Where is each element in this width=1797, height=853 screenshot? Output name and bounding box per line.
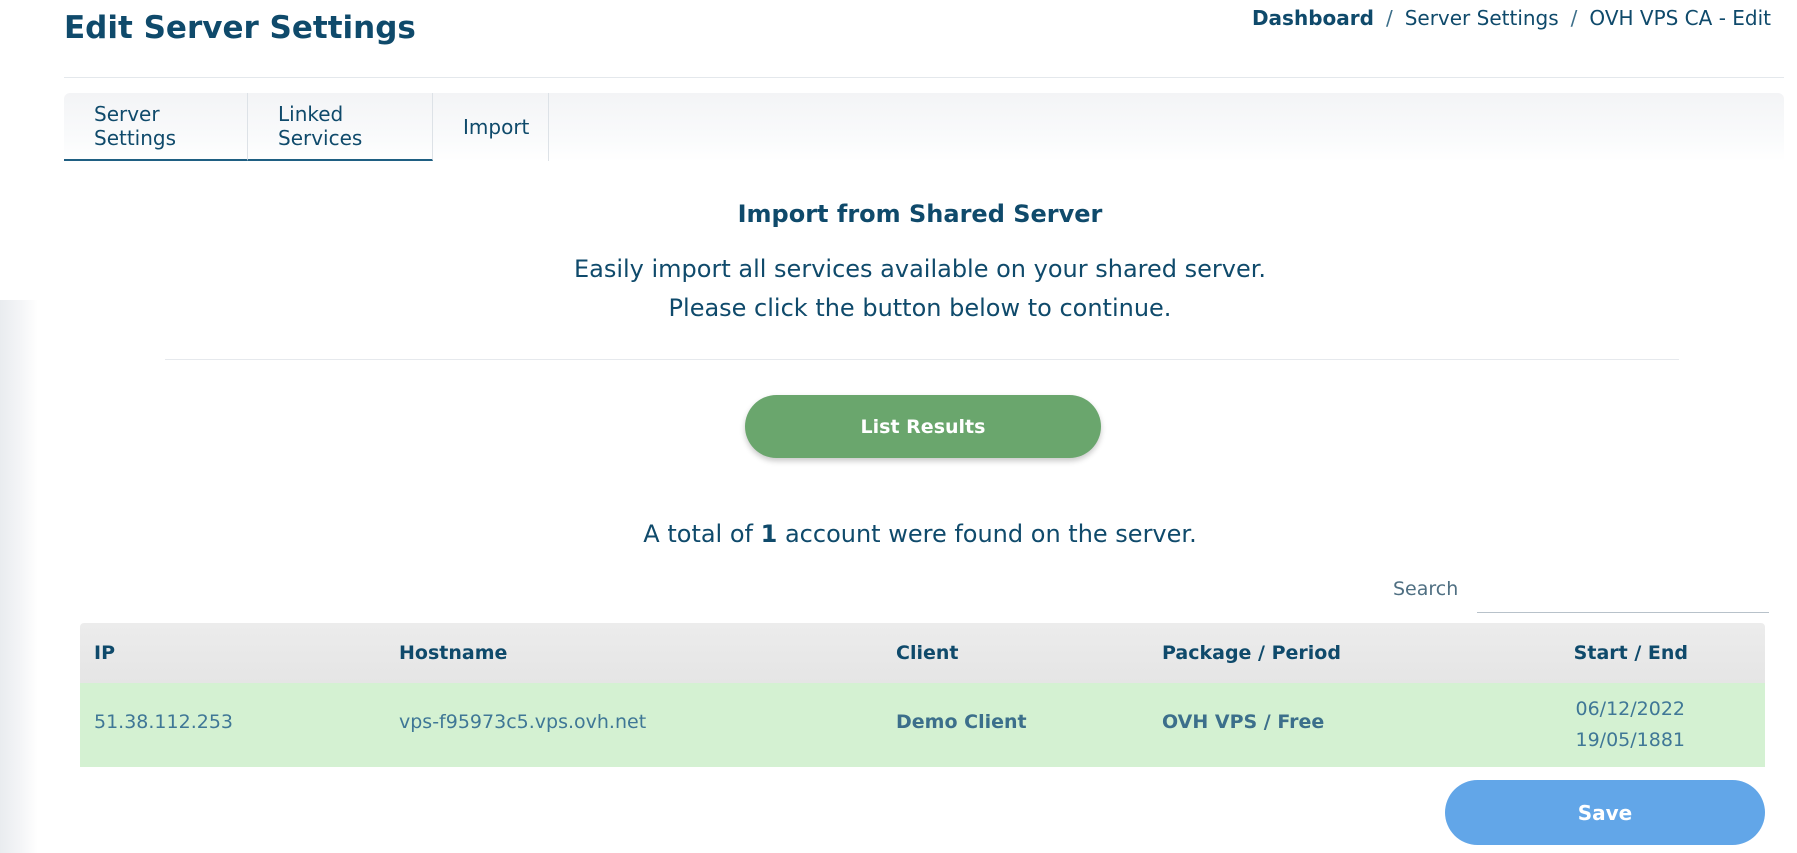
search-label: Search (1393, 578, 1459, 600)
import-description-line: Please click the button below to continu… (668, 294, 1172, 322)
tab-server-settings[interactable]: Server Settings (64, 93, 248, 161)
breadcrumb-separator: / (1570, 6, 1578, 30)
table-header: IP Hostname Client Package / Period Star… (80, 623, 1765, 683)
cell-ip: 51.38.112.253 (94, 711, 234, 733)
cell-end-date: 19/05/1881 (1575, 729, 1685, 751)
total-count: 1 (760, 520, 778, 548)
header-divider (64, 77, 1784, 78)
total-suffix: account were found on the server. (784, 520, 1197, 548)
breadcrumb-current: OVH VPS CA - Edit (1589, 6, 1771, 30)
cell-package-period: OVH VPS / Free (1162, 711, 1325, 733)
page: Edit Server Settings Dashboard / Server … (0, 0, 1797, 853)
left-background-fade (0, 300, 38, 853)
tabs-bar: Server Settings Linked Services Import (64, 93, 1784, 161)
breadcrumb-dashboard[interactable]: Dashboard (1252, 6, 1374, 30)
cell-start-end: 06/12/2022 19/05/1881 (1575, 694, 1685, 756)
page-title: Edit Server Settings (64, 10, 416, 46)
search-input[interactable] (1477, 572, 1769, 613)
cell-hostname: vps-f95973c5.vps.ovh.net (399, 711, 647, 733)
accounts-table: IP Hostname Client Package / Period Star… (80, 623, 1765, 767)
import-description: Easily import all services available on … (0, 250, 1797, 328)
column-header-package-period[interactable]: Package / Period (1162, 642, 1341, 664)
cell-client[interactable]: Demo Client (896, 711, 1027, 733)
column-header-start-end[interactable]: Start / End (1574, 642, 1688, 664)
column-header-ip[interactable]: IP (94, 642, 115, 664)
save-button[interactable]: Save (1445, 780, 1765, 845)
column-header-hostname[interactable]: Hostname (399, 642, 507, 664)
breadcrumb-server-settings[interactable]: Server Settings (1405, 6, 1559, 30)
breadcrumb-separator: / (1385, 6, 1393, 30)
import-description-line: Easily import all services available on … (573, 255, 1267, 283)
import-section-title: Import from Shared Server (737, 200, 1103, 228)
cell-start-date: 06/12/2022 (1575, 698, 1685, 720)
tab-import[interactable]: Import (433, 93, 549, 161)
total-prefix: A total of (643, 520, 753, 548)
breadcrumb: Dashboard / Server Settings / OVH VPS CA… (1252, 6, 1771, 30)
tab-linked-services[interactable]: Linked Services (248, 93, 433, 161)
column-header-client[interactable]: Client (896, 642, 958, 664)
table-row[interactable]: 51.38.112.253 vps-f95973c5.vps.ovh.net D… (80, 683, 1765, 767)
list-results-button[interactable]: List Results (745, 395, 1101, 458)
total-accounts-text: A total of 1 account were found on the s… (0, 520, 1797, 548)
section-divider (165, 359, 1679, 360)
